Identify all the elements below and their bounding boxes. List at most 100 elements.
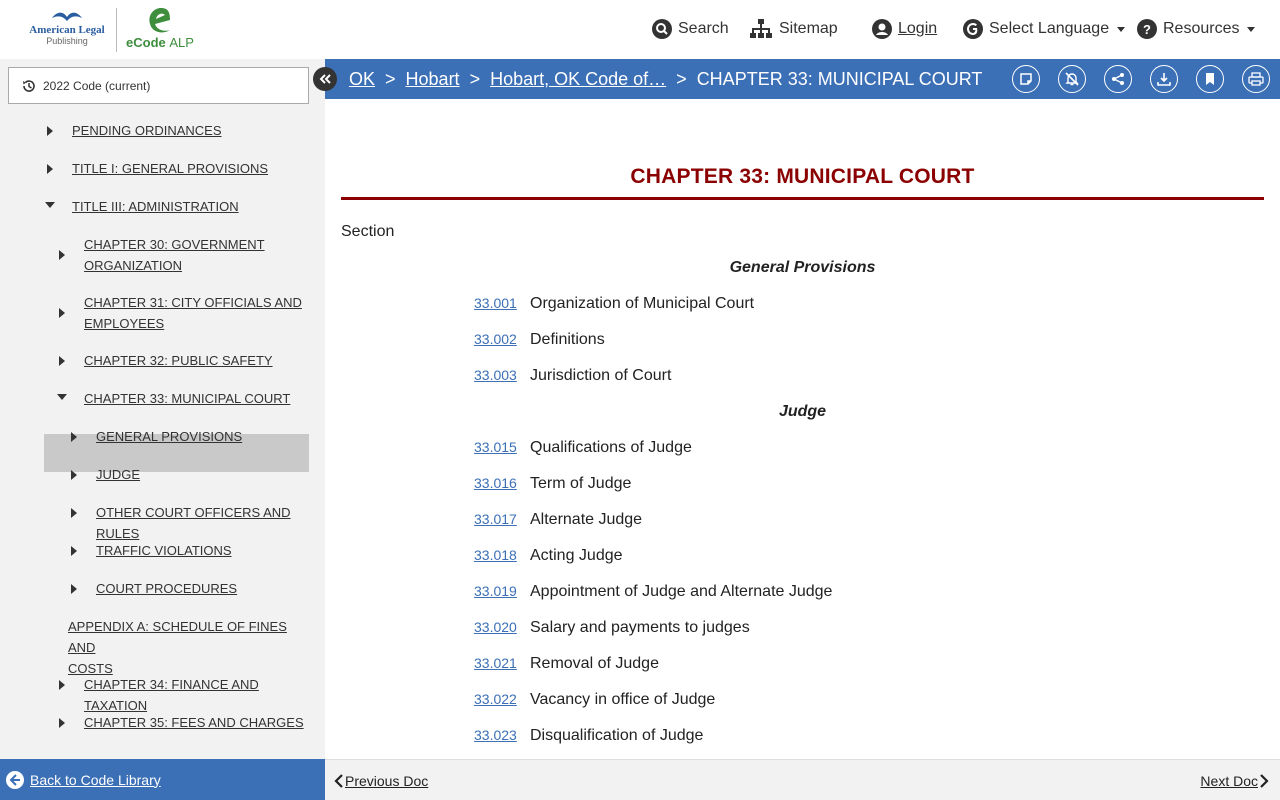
publisher-name: American Legal (29, 24, 105, 36)
sidebar-item[interactable]: CHAPTER 33: MUNICIPAL COURT (57, 388, 305, 409)
caret-right-icon[interactable] (71, 546, 77, 556)
section-number-link[interactable]: 33.017 (474, 511, 530, 527)
back-to-library-button[interactable]: Back to Code Library (0, 759, 325, 800)
google-translate-icon (963, 19, 983, 39)
caret-down-icon[interactable] (57, 394, 67, 400)
section-row: 33.017 Alternate Judge (474, 511, 642, 529)
section-title: Removal of Judge (530, 655, 659, 672)
sidebar-item[interactable]: OTHER COURT OFFICERS AND RULES (71, 502, 305, 544)
caret-right-icon[interactable] (59, 718, 65, 728)
sidebar-item[interactable]: TITLE III: ADMINISTRATION (45, 196, 305, 217)
section-number-link[interactable]: 33.015 (474, 439, 530, 455)
sidebar-item[interactable]: PENDING ORDINANCES (47, 120, 305, 141)
caret-right-icon[interactable] (71, 470, 77, 480)
sidebar-item[interactable]: CHAPTER 35: FEES AND CHARGES (59, 712, 305, 733)
caret-right-icon[interactable] (59, 680, 65, 690)
section-title: Qualifications of Judge (530, 439, 692, 456)
caret-right-icon[interactable] (59, 356, 65, 366)
breadcrumb: OK > Hobart > Hobart, OK Code of… > CHAP… (349, 59, 982, 99)
section-number-link[interactable]: 33.016 (474, 475, 530, 491)
sidebar-item[interactable]: JUDGE (71, 464, 305, 485)
user-icon (872, 19, 892, 39)
bookmark-icon (1206, 73, 1214, 85)
section-row: 33.018 Acting Judge (474, 547, 623, 565)
sidebar-item-label: TRAFFIC VIOLATIONS (96, 543, 232, 558)
section-number-link[interactable]: 33.019 (474, 583, 530, 599)
sidebar-item-label: CHAPTER 33: MUNICIPAL COURT (84, 391, 291, 406)
resources-dropdown[interactable]: ? Resources (1137, 16, 1256, 42)
download-button[interactable] (1150, 65, 1178, 93)
sidebar-item-label-line2: EMPLOYEES (84, 316, 165, 331)
caret-down-icon[interactable] (45, 202, 55, 208)
sidebar-item[interactable]: COURT PROCEDURES (71, 578, 305, 599)
chapter-title: CHAPTER 33: MUNICIPAL COURT (630, 165, 975, 188)
section-title: Salary and payments to judges (530, 619, 750, 636)
sitemap-icon (750, 19, 772, 38)
doc-pager: Previous Doc Next Doc (325, 759, 1280, 800)
sidebar-item[interactable]: TITLE I: GENERAL PROVISIONS (47, 158, 305, 179)
next-doc-label: Next Doc (1200, 772, 1258, 789)
alerts-button[interactable] (1058, 65, 1086, 93)
note-button[interactable] (1012, 65, 1040, 93)
sidebar-item-label: TITLE III: ADMINISTRATION (72, 199, 239, 214)
section-number-link[interactable]: 33.020 (474, 619, 530, 635)
sidebar-item[interactable]: CHAPTER 32: PUBLIC SAFETY (59, 350, 305, 371)
section-number-link[interactable]: 33.021 (474, 655, 530, 671)
breadcrumb-separator: > (385, 68, 396, 89)
caret-right-icon[interactable] (59, 308, 65, 318)
section-label: Section (341, 223, 395, 240)
print-icon (1248, 72, 1264, 86)
section-row: 33.001 Organization of Municipal Court (474, 295, 754, 313)
resources-label: Resources (1163, 20, 1240, 37)
search-link[interactable]: Search (652, 16, 729, 42)
previous-doc-button[interactable]: Previous Doc (333, 760, 428, 800)
caret-right-icon[interactable] (71, 508, 77, 518)
breadcrumb-ok[interactable]: OK (349, 69, 375, 90)
history-icon (23, 79, 35, 92)
product-suffix: ALP (169, 35, 194, 50)
bookmark-button[interactable] (1196, 65, 1224, 93)
sidebar-item-label: OTHER COURT OFFICERS AND RULES (96, 505, 291, 541)
caret-right-icon[interactable] (71, 584, 77, 594)
breadcrumb-code[interactable]: Hobart, OK Code of… (490, 69, 666, 90)
logo-divider (116, 8, 117, 52)
section-number-link[interactable]: 33.002 (474, 331, 530, 347)
breadcrumb-separator: > (469, 68, 481, 89)
caret-right-icon[interactable] (59, 250, 65, 260)
caret-right-icon[interactable] (47, 164, 53, 174)
sidebar-item[interactable]: CHAPTER 34: FINANCE AND TAXATION (59, 674, 305, 716)
next-doc-button[interactable]: Next Doc (1200, 760, 1270, 800)
svg-text:?: ? (1143, 22, 1151, 37)
section-number-link[interactable]: 33.023 (474, 727, 530, 743)
sidebar-item[interactable]: CHAPTER 30: GOVERNMENT ORGANIZATION (59, 234, 305, 276)
arrow-left-circle-icon (6, 770, 24, 789)
sidebar-item[interactable]: APPENDIX A: SCHEDULE OF FINES AND COSTS (68, 616, 305, 679)
sitemap-link[interactable]: Sitemap (749, 16, 838, 42)
login-link[interactable]: Login (872, 16, 937, 42)
share-button[interactable] (1104, 65, 1132, 93)
caret-right-icon[interactable] (71, 432, 77, 442)
print-button[interactable] (1242, 65, 1270, 93)
section-number-link[interactable]: 33.022 (474, 691, 530, 707)
breadcrumb-separator: > (676, 68, 687, 89)
breadcrumb-hobart[interactable]: Hobart (406, 69, 460, 90)
section-row: 33.022 Vacancy in office of Judge (474, 691, 715, 709)
section-title: Alternate Judge (530, 511, 643, 528)
caret-right-icon[interactable] (47, 126, 53, 136)
sidebar-item[interactable]: TRAFFIC VIOLATIONS (71, 540, 305, 561)
sidebar: 2022 Code (current) PENDING ORDINANCES TI… (0, 59, 337, 759)
breadcrumb-current: CHAPTER 33: MUNICIPAL COURT (696, 68, 983, 89)
title-divider (341, 197, 1264, 200)
section-number-link[interactable]: 33.001 (474, 295, 530, 311)
sidebar-item-label: CHAPTER 31: CITY OFFICIALS AND (84, 295, 302, 310)
sidebar-item[interactable]: GENERAL PROVISIONS (71, 426, 305, 447)
eagle-icon (52, 12, 82, 21)
section-title: Appointment of Judge and Alternate Judge (530, 583, 833, 600)
collapse-sidebar-button[interactable] (313, 67, 337, 91)
version-selector[interactable]: 2022 Code (current) (8, 67, 309, 104)
section-number-link[interactable]: 33.003 (474, 367, 530, 383)
logo-group[interactable]: American Legal Publishing eCode ALP (26, 6, 196, 54)
sidebar-item[interactable]: CHAPTER 31: CITY OFFICIALS AND EMPLOYEES (59, 292, 305, 334)
select-language-dropdown[interactable]: Select Language (963, 16, 1126, 42)
section-number-link[interactable]: 33.018 (474, 547, 530, 563)
